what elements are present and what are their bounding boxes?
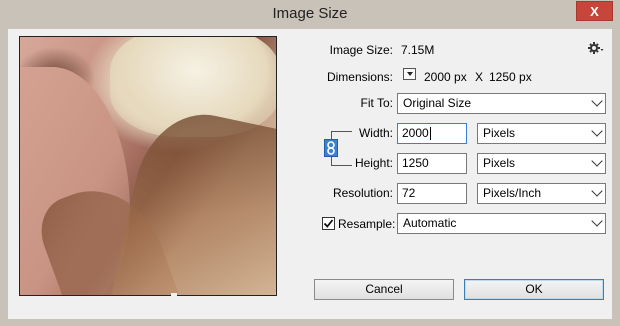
dimensions-width: 2000 px [424,70,467,84]
fit-to-select[interactable]: Original Size [397,93,606,114]
chevron-down-icon [591,155,603,167]
height-unit-select[interactable]: Pixels [477,153,606,174]
resample-select[interactable]: Automatic [397,213,606,234]
resample-value: Automatic [403,216,457,230]
preview-marker [171,293,177,297]
height-label: Height: [354,156,393,170]
width-unit-select[interactable]: Pixels [477,123,606,144]
gear-icon[interactable] [588,41,604,55]
chevron-down-icon [591,95,603,107]
image-size-label: Image Size: [329,43,393,57]
chevron-down-icon [591,185,603,197]
resample-label[interactable]: Resample: [338,217,395,231]
text-caret [429,127,431,141]
width-value: 2000 [402,126,429,140]
width-input[interactable]: 2000 [397,123,467,144]
height-unit-value: Pixels [483,156,516,170]
width-label: Width: [358,126,393,140]
dialog-title: Image Size [272,5,348,22]
fit-to-label: Fit To: [360,96,393,110]
resolution-label: Resolution: [332,186,393,200]
checkmark-icon [323,219,334,228]
dimensions-separator: X [475,70,484,84]
fit-to-value: Original Size [403,96,472,110]
ok-button[interactable]: OK [464,279,604,300]
chevron-down-icon [591,215,603,227]
image-preview[interactable] [19,36,277,296]
width-unit-value: Pixels [483,126,516,140]
dimensions-height: 1250 px [489,70,532,84]
resolution-unit-select[interactable]: Pixels/Inch [477,183,606,204]
height-input[interactable]: 1250 [397,153,467,174]
dimensions-unit-dropdown[interactable] [403,68,416,80]
chain-link-icon[interactable] [324,139,338,157]
close-button[interactable]: X [576,1,613,21]
title-bar[interactable]: Image Size X [0,0,620,28]
preview-hair [110,102,276,295]
dimensions-label: Dimensions: [326,70,393,84]
resolution-input[interactable]: 72 [397,183,467,204]
image-size-dialog: Image Size X Image Size: 7.15M Dimension… [0,0,620,326]
image-size-value: 7.15M [401,43,435,57]
resample-checkbox[interactable] [322,217,335,230]
resolution-unit-value: Pixels/Inch [483,186,542,200]
dialog-body: Image Size: 7.15M Dimensions: 2000 px X … [8,29,612,319]
chevron-down-icon [591,125,603,137]
cancel-button[interactable]: Cancel [314,279,454,300]
